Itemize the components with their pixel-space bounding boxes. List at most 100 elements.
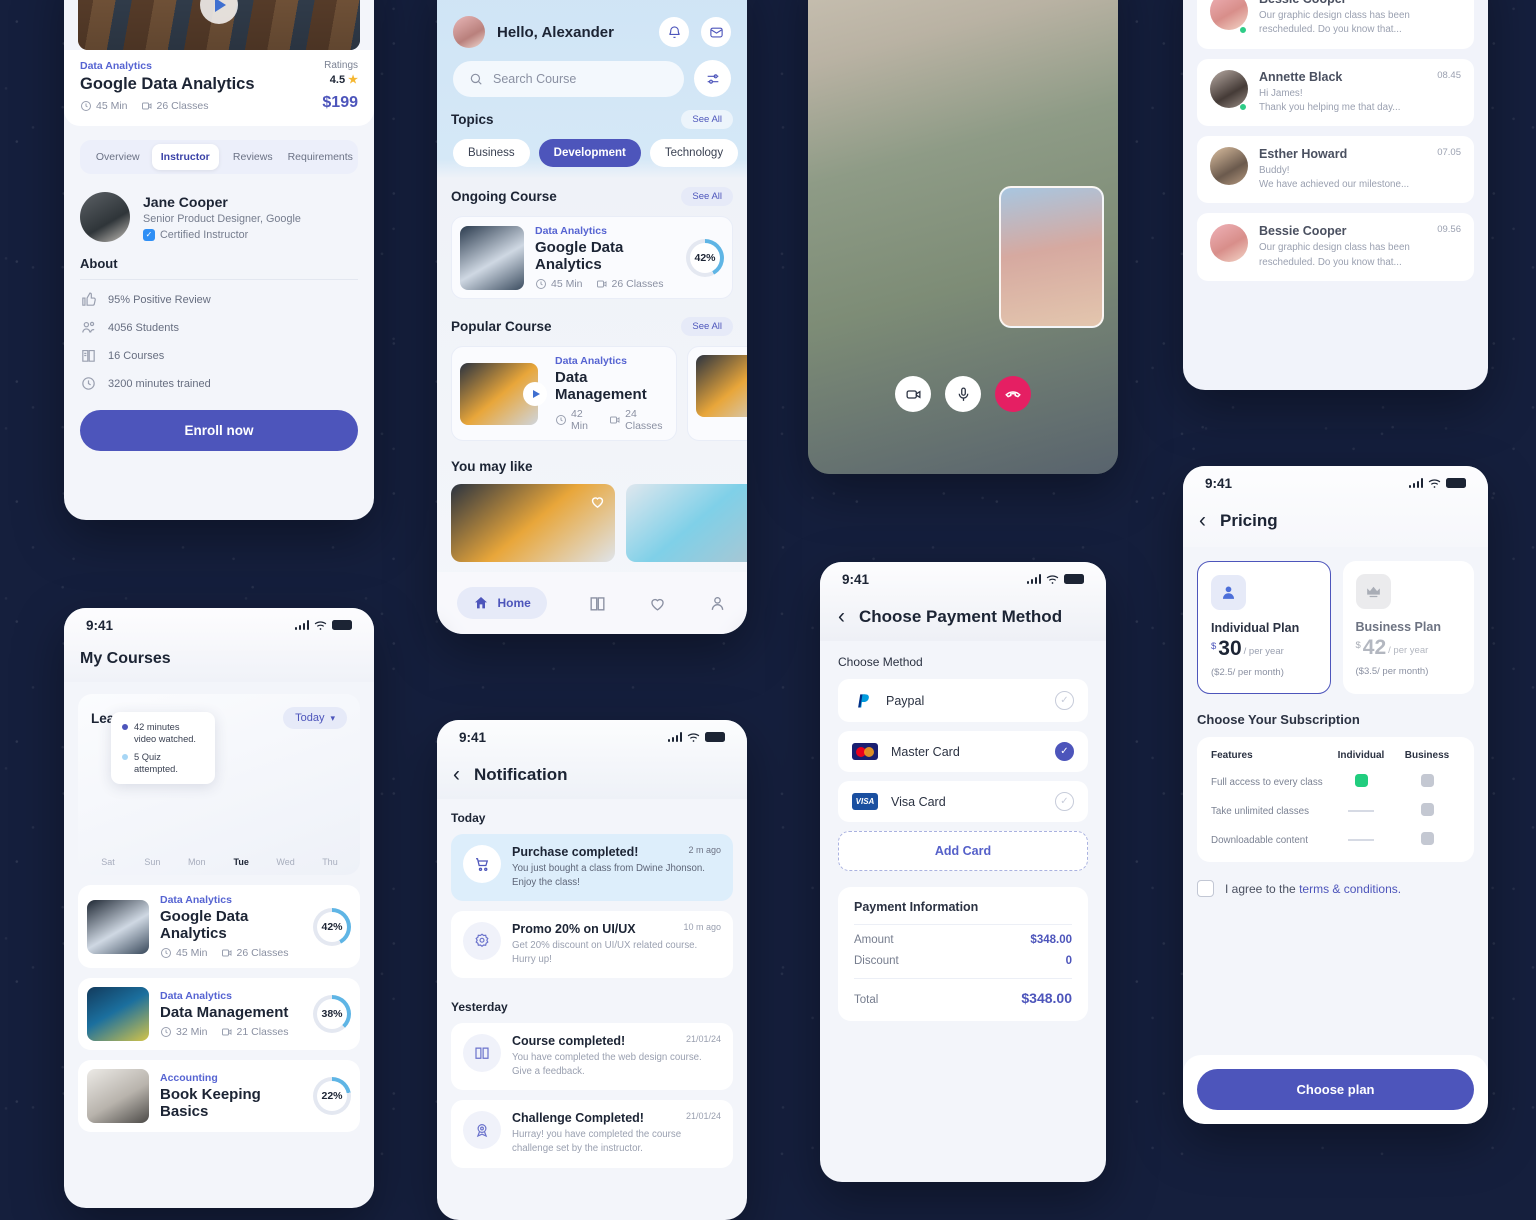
- tab-reviews[interactable]: Reviews: [219, 144, 287, 170]
- back-button[interactable]: ‹: [1199, 510, 1206, 531]
- end-call-button[interactable]: [995, 376, 1031, 412]
- filter-button[interactable]: [694, 60, 731, 97]
- status-bar: 9:41: [64, 608, 374, 642]
- microphone-icon: [958, 386, 968, 401]
- notification-item[interactable]: Promo 20% on UI/UX 10 m ago Get 20% disc…: [451, 911, 733, 979]
- status-time: 9:41: [86, 617, 114, 633]
- message-sender: Esther Howard: [1259, 147, 1348, 162]
- choose-plan-button[interactable]: Choose plan: [1197, 1069, 1474, 1110]
- tab-overview[interactable]: Overview: [84, 144, 152, 170]
- nav-item-profile[interactable]: [708, 594, 727, 613]
- suggested-course-card[interactable]: [626, 484, 747, 562]
- add-card-button[interactable]: Add Card: [838, 831, 1088, 871]
- local-video-thumbnail[interactable]: [999, 186, 1104, 328]
- topics-see-all[interactable]: See All: [681, 110, 733, 129]
- search-input[interactable]: Search Course: [453, 60, 684, 97]
- plan-card-individual[interactable]: Individual Plan $ 30 / per year ($2.5/ p…: [1197, 561, 1331, 694]
- radio-unselected[interactable]: ✓: [1055, 691, 1074, 710]
- greeting: Hello, Alexander: [497, 23, 614, 41]
- notification-title: Purchase completed!: [512, 845, 639, 859]
- notification-item[interactable]: Challenge Completed! 21/01/24 Hurray! yo…: [451, 1100, 733, 1168]
- play-icon[interactable]: [523, 381, 547, 406]
- user-avatar[interactable]: [453, 16, 485, 48]
- medal-icon: [476, 1124, 488, 1138]
- course-list-item[interactable]: Data Analytics Google Data Analytics 45 …: [78, 885, 360, 968]
- filter-icon: [707, 73, 718, 84]
- topic-chip-development[interactable]: Development: [538, 139, 641, 167]
- tab-requirements[interactable]: Requirements: [287, 144, 355, 170]
- total-value: $348.00: [1021, 990, 1072, 1006]
- terms-link[interactable]: terms & conditions.: [1299, 882, 1401, 896]
- instructor-role: Senior Product Designer, Google: [143, 212, 301, 225]
- features-table: Features Individual Business Full access…: [1197, 737, 1474, 862]
- back-button[interactable]: ‹: [453, 764, 460, 785]
- search-icon: [470, 73, 482, 85]
- notification-title: Promo 20% on UI/UX: [512, 922, 636, 937]
- course-category: Data Analytics: [80, 60, 152, 72]
- message-sender: Bessie Cooper: [1259, 224, 1347, 239]
- course-meta: 45 Min 26 Classes: [160, 947, 302, 959]
- course-category: Accounting: [160, 1072, 218, 1084]
- topic-chip-technology[interactable]: Technology: [649, 139, 739, 167]
- notification-item[interactable]: Purchase completed! 2 m ago You just bou…: [451, 834, 733, 902]
- toggle-microphone-button[interactable]: [945, 376, 981, 412]
- notification-desc: You just bought a class from Dwine Jhons…: [512, 863, 705, 889]
- video-icon: [596, 280, 607, 288]
- nav-item-favorites[interactable]: [648, 594, 667, 613]
- plan-name: Individual Plan: [1211, 621, 1300, 635]
- tab-instructor[interactable]: Instructor: [151, 144, 219, 170]
- payment-method-visa[interactable]: VISA Visa Card ✓: [838, 781, 1088, 822]
- popular-course-card-next[interactable]: [687, 346, 747, 441]
- home-icon: [475, 597, 488, 609]
- check-gray-icon: [1420, 803, 1434, 816]
- course-tabs[interactable]: Overview Instructor Reviews Requirements: [80, 140, 358, 174]
- payment-method-paypal[interactable]: Paypal ✓: [838, 679, 1088, 722]
- payment-method-mastercard[interactable]: Master Card ✓: [838, 731, 1088, 772]
- message-item[interactable]: Bessie Cooper 09.56 Our graphic design c…: [1197, 0, 1474, 49]
- discount-icon: [475, 933, 489, 948]
- suggested-course-card[interactable]: [451, 484, 615, 562]
- mastercard-icon: [852, 743, 878, 760]
- notification-screen: 9:41 ‹ Notification Today Purchase compl…: [437, 720, 747, 1220]
- ongoing-duration: 45 Min: [551, 278, 583, 290]
- chart-x-axis: Sat Sun Mon Tue Wed Thu: [91, 851, 347, 867]
- nav-item-home[interactable]: Home: [457, 587, 547, 619]
- radio-unselected[interactable]: ✓: [1055, 792, 1074, 811]
- plan-card-business[interactable]: Business Plan $ 42 / per year ($3.5/ per…: [1342, 561, 1474, 694]
- popular-course-card[interactable]: Data Analytics Data Management 42 Min 24…: [451, 346, 677, 441]
- message-item[interactable]: Esther Howard 07.05 Buddy! We have achie…: [1197, 136, 1474, 204]
- progress-value: 22%: [317, 1081, 347, 1111]
- course-list-item[interactable]: Data Analytics Data Management 32 Min 21…: [78, 978, 360, 1050]
- radio-selected[interactable]: ✓: [1055, 742, 1074, 761]
- popular-see-all[interactable]: See All: [681, 317, 733, 336]
- toggle-camera-button[interactable]: [895, 376, 931, 412]
- period-selector[interactable]: Today ▾: [283, 707, 347, 729]
- notification-bell-button[interactable]: [659, 17, 689, 47]
- topic-chip-business[interactable]: Business: [453, 139, 530, 167]
- ongoing-see-all[interactable]: See All: [681, 187, 733, 206]
- book-icon: [82, 349, 95, 362]
- legend-dot-video: [122, 724, 128, 730]
- notification-item[interactable]: Course completed! 21/01/24 You have comp…: [451, 1023, 733, 1091]
- signal-icon: [667, 732, 682, 742]
- bottom-navigation[interactable]: Home: [437, 572, 747, 634]
- message-preview: Our graphic design class has been resche…: [1259, 242, 1410, 268]
- course-video-preview[interactable]: [78, 0, 360, 50]
- message-item[interactable]: Annette Black 08.45 Hi James! Thank you …: [1197, 58, 1474, 127]
- messages-button[interactable]: [701, 17, 731, 47]
- enroll-now-button[interactable]: Enroll now: [80, 410, 358, 451]
- course-summary-card: Data Analytics Google Data Analytics Rat…: [64, 50, 374, 126]
- back-button[interactable]: ‹: [838, 606, 845, 627]
- notification-time: 2 m ago: [688, 845, 721, 855]
- heart-icon[interactable]: [589, 493, 606, 510]
- about-item-courses: 16 Courses: [80, 347, 358, 364]
- divider: [854, 978, 1072, 979]
- amount-value: $348.00: [1030, 934, 1072, 946]
- ongoing-course-card[interactable]: Data Analytics Google Data Analytics 45 …: [451, 216, 733, 299]
- avatar: [1210, 69, 1248, 108]
- tooltip-quiz-text: 5 Quiz attempted.: [134, 752, 178, 775]
- nav-item-courses[interactable]: [588, 594, 607, 613]
- terms-checkbox[interactable]: [1197, 880, 1214, 897]
- message-item[interactable]: Bessie Cooper 09.56 Our graphic design c…: [1197, 213, 1474, 281]
- course-list-item[interactable]: Accounting Book Keeping Basics 22%: [78, 1060, 360, 1132]
